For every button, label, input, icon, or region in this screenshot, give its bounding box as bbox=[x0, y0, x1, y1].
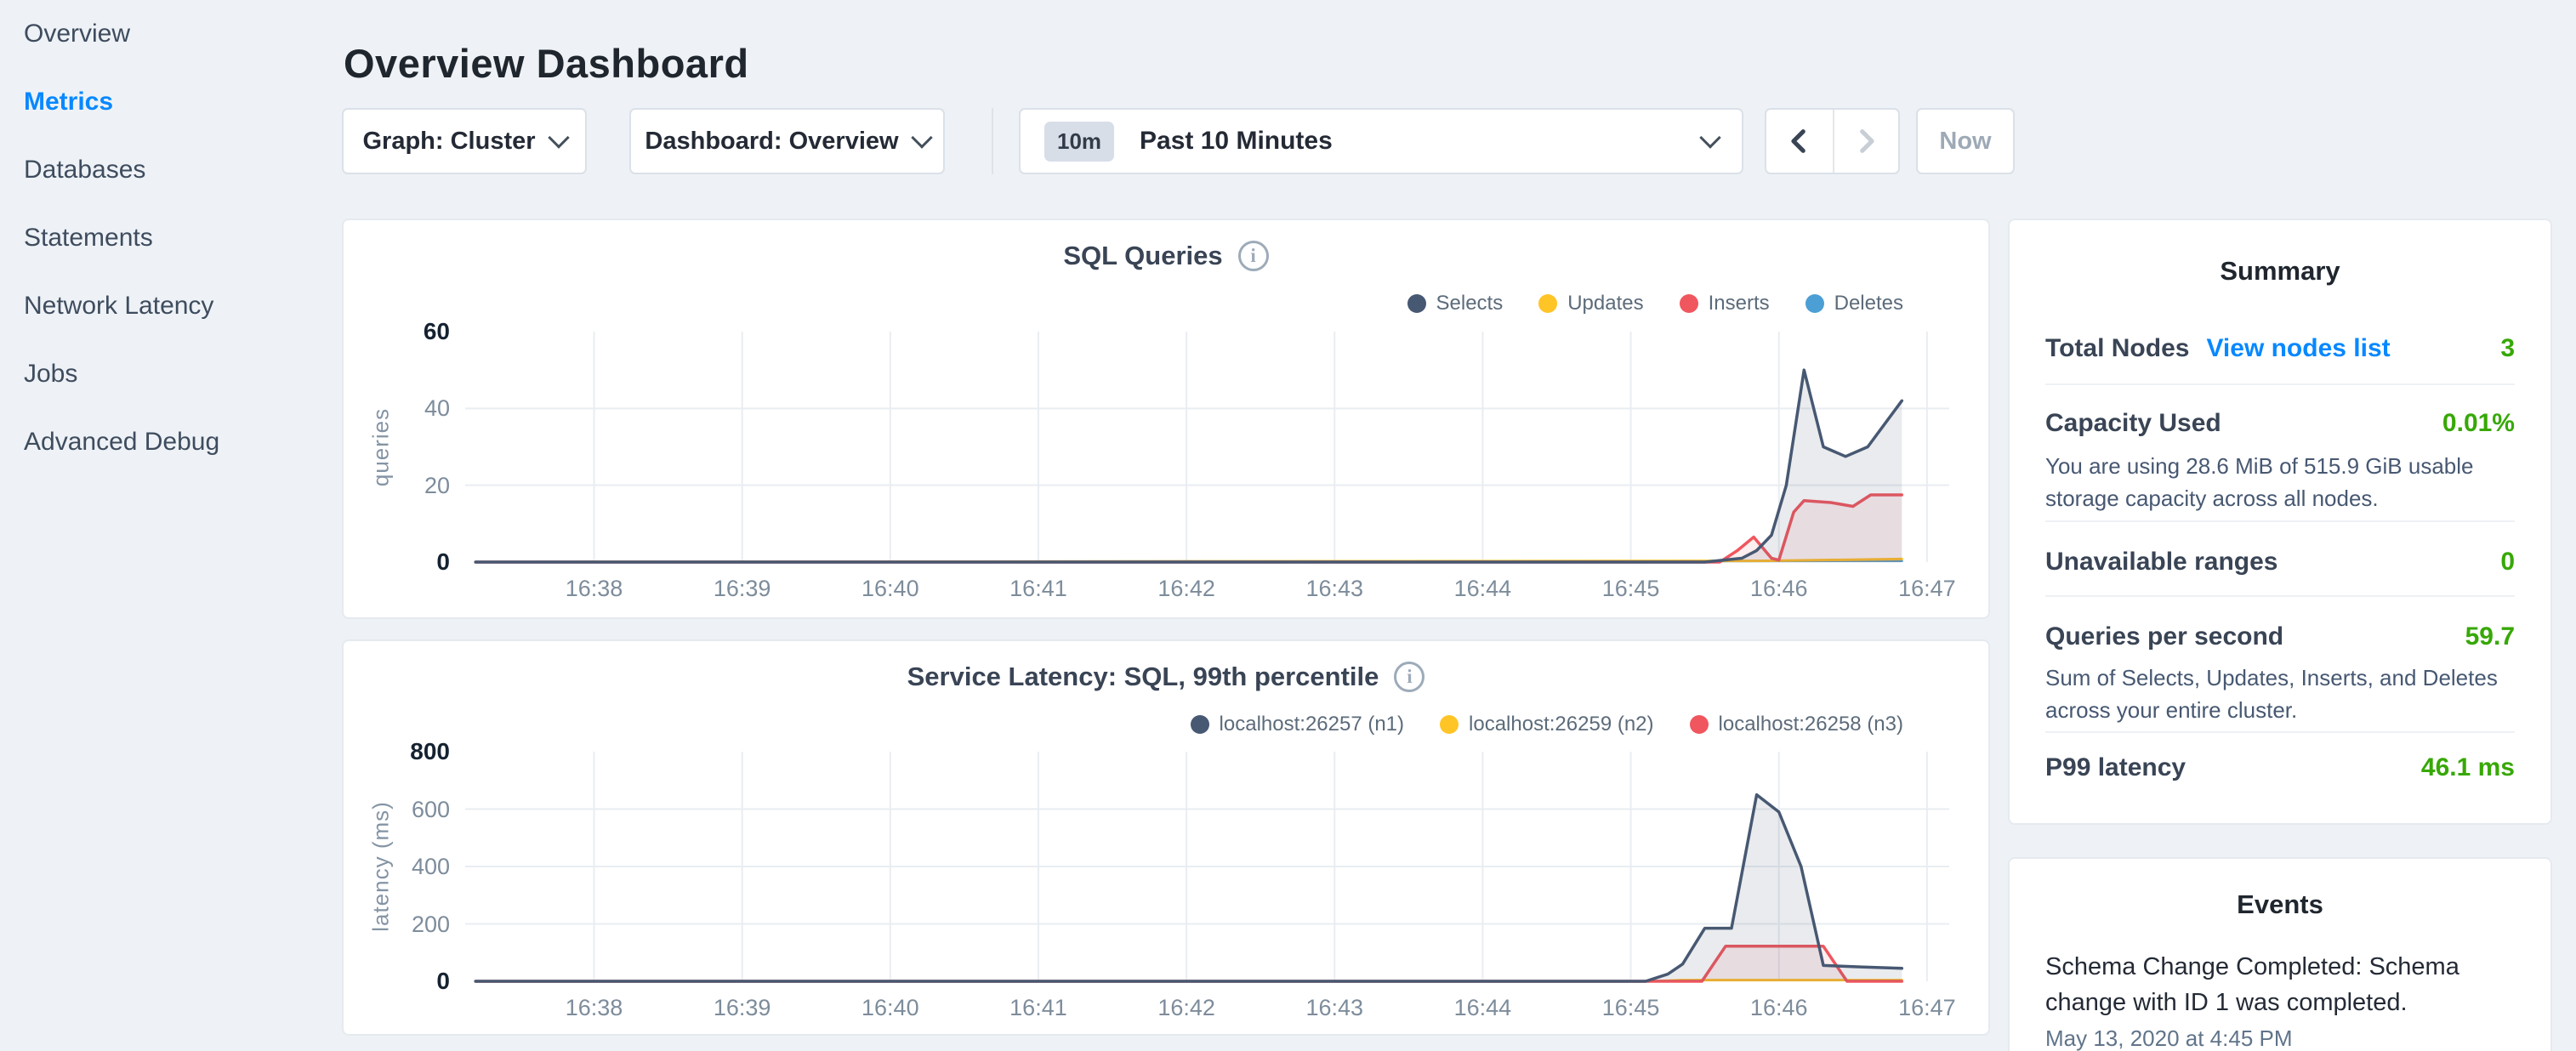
y-axis-tick: 0 bbox=[436, 548, 450, 575]
x-axis-tick: 16:40 bbox=[862, 995, 919, 1020]
time-range-badge: 10m bbox=[1044, 121, 1115, 162]
view-nodes-list-link[interactable]: View nodes list bbox=[2206, 334, 2390, 363]
unavailable-ranges-value: 0 bbox=[2500, 548, 2515, 576]
x-axis-tick: 16:41 bbox=[1009, 576, 1067, 601]
x-axis-tick: 16:46 bbox=[1749, 576, 1808, 601]
x-axis-tick: 16:38 bbox=[565, 995, 623, 1020]
sidebar-item-advanced-debug[interactable]: Advanced Debug bbox=[0, 408, 340, 476]
summary-row-unavailable-ranges: Unavailable ranges 0 bbox=[2045, 546, 2515, 578]
divider bbox=[2045, 383, 2515, 385]
sql-queries-chart-card: SQL Queries i Selects Updates Inserts Delet… bbox=[342, 219, 1990, 619]
sidebar-item-metrics[interactable]: Metrics bbox=[0, 68, 340, 136]
events-panel: Events Schema Change Completed: Schema c… bbox=[2008, 857, 2552, 1051]
summary-row-capacity: Capacity Used 0.01% bbox=[2045, 407, 2515, 440]
total-nodes-label: Total Nodes bbox=[2045, 334, 2190, 362]
sql-queries-plot[interactable] bbox=[344, 220, 1988, 617]
x-axis-tick: 16:47 bbox=[1898, 995, 1956, 1020]
summary-row-total-nodes: Total Nodes View nodes list 3 bbox=[2045, 332, 2515, 365]
x-axis-tick: 16:43 bbox=[1305, 576, 1364, 601]
unavailable-ranges-label: Unavailable ranges bbox=[2045, 548, 2278, 576]
time-range-label: Past 10 Minutes bbox=[1140, 127, 1333, 155]
sidebar-item-jobs[interactable]: Jobs bbox=[0, 340, 340, 408]
chevron-down-icon bbox=[547, 127, 570, 149]
chevron-down-icon bbox=[910, 127, 933, 149]
capacity-used-value: 0.01% bbox=[2442, 409, 2515, 437]
qps-value: 59.7 bbox=[2465, 622, 2515, 650]
divider bbox=[2045, 520, 2515, 522]
x-axis-tick: 16:41 bbox=[1009, 995, 1067, 1020]
y-axis-tick: 800 bbox=[410, 738, 450, 764]
y-axis-label: queries bbox=[367, 407, 394, 486]
sidebar-item-overview[interactable]: Overview bbox=[0, 0, 340, 68]
x-axis-tick: 16:42 bbox=[1157, 995, 1215, 1020]
sidebar-item-statements[interactable]: Statements bbox=[0, 204, 340, 272]
total-nodes-value: 3 bbox=[2500, 334, 2515, 362]
x-axis-tick: 16:42 bbox=[1157, 576, 1215, 601]
x-axis-tick: 16:46 bbox=[1749, 995, 1808, 1020]
now-button[interactable]: Now bbox=[1916, 108, 2015, 174]
sidebar-item-databases[interactable]: Databases bbox=[0, 136, 340, 204]
x-axis-tick: 16:45 bbox=[1601, 576, 1660, 601]
summary-row-p99-latency: P99 latency 46.1 ms bbox=[2045, 752, 2515, 784]
dashboard-dropdown-label: Dashboard: Overview bbox=[645, 127, 899, 155]
y-axis-tick: 0 bbox=[436, 968, 450, 994]
x-axis-tick: 16:44 bbox=[1453, 576, 1512, 601]
db-console-page: Overview Metrics Databases Statements Networ… bbox=[0, 0, 2576, 1051]
latency-plot[interactable] bbox=[344, 641, 1988, 1034]
x-axis-tick: 16:47 bbox=[1898, 576, 1956, 601]
graph-dropdown[interactable]: Graph: Cluster bbox=[342, 108, 587, 174]
time-next-button[interactable] bbox=[1832, 110, 1899, 173]
y-axis-label: latency (ms) bbox=[367, 801, 394, 932]
chevron-right-icon bbox=[1860, 129, 1874, 153]
x-axis-tick: 16:44 bbox=[1453, 995, 1512, 1020]
chevron-left-icon bbox=[1791, 129, 1805, 153]
events-title: Events bbox=[2237, 889, 2323, 919]
time-range-dropdown[interactable]: 10m Past 10 Minutes bbox=[1019, 108, 1743, 174]
x-axis-tick: 16:39 bbox=[713, 995, 771, 1020]
latency-chart-card: Service Latency: SQL, 99th percentile i … bbox=[342, 639, 1990, 1036]
graph-dropdown-label: Graph: Cluster bbox=[362, 127, 536, 155]
y-axis-tick: 60 bbox=[423, 318, 450, 344]
controls-divider bbox=[992, 108, 993, 174]
page-title: Overview Dashboard bbox=[344, 41, 749, 87]
p99-latency-value: 46.1 ms bbox=[2420, 753, 2515, 781]
capacity-description: You are using 28.6 MiB of 515.9 GiB usab… bbox=[2045, 453, 2474, 511]
event-item-timestamp: May 13, 2020 at 4:45 PM bbox=[2045, 1025, 2293, 1051]
dashboard-dropdown[interactable]: Dashboard: Overview bbox=[629, 108, 945, 174]
sidebar-item-network-latency[interactable]: Network Latency bbox=[0, 272, 340, 340]
x-axis-tick: 16:38 bbox=[565, 576, 623, 601]
event-item-text[interactable]: Schema Change Completed: Schema change w… bbox=[2045, 949, 2515, 1020]
p99-latency-label: P99 latency bbox=[2045, 753, 2186, 781]
time-pager bbox=[1765, 108, 1900, 174]
x-axis-tick: 16:43 bbox=[1305, 995, 1364, 1020]
summary-title: Summary bbox=[2220, 256, 2340, 286]
divider bbox=[2045, 595, 2515, 597]
time-prev-button[interactable] bbox=[1766, 110, 1833, 173]
summary-panel: Summary Total Nodes View nodes list 3 Ca… bbox=[2008, 219, 2552, 825]
x-axis-tick: 16:39 bbox=[713, 576, 771, 601]
qps-label: Queries per second bbox=[2045, 622, 2284, 650]
x-axis-tick: 16:45 bbox=[1601, 995, 1660, 1020]
summary-row-qps: Queries per second 59.7 bbox=[2045, 621, 2515, 653]
capacity-used-label: Capacity Used bbox=[2045, 409, 2221, 437]
chevron-down-icon bbox=[1699, 127, 1721, 149]
qps-description: Sum of Selects, Updates, Inserts, and De… bbox=[2045, 665, 2498, 723]
sidebar: Overview Metrics Databases Statements Networ… bbox=[0, 0, 340, 476]
divider bbox=[2045, 731, 2515, 733]
x-axis-tick: 16:40 bbox=[862, 576, 919, 601]
